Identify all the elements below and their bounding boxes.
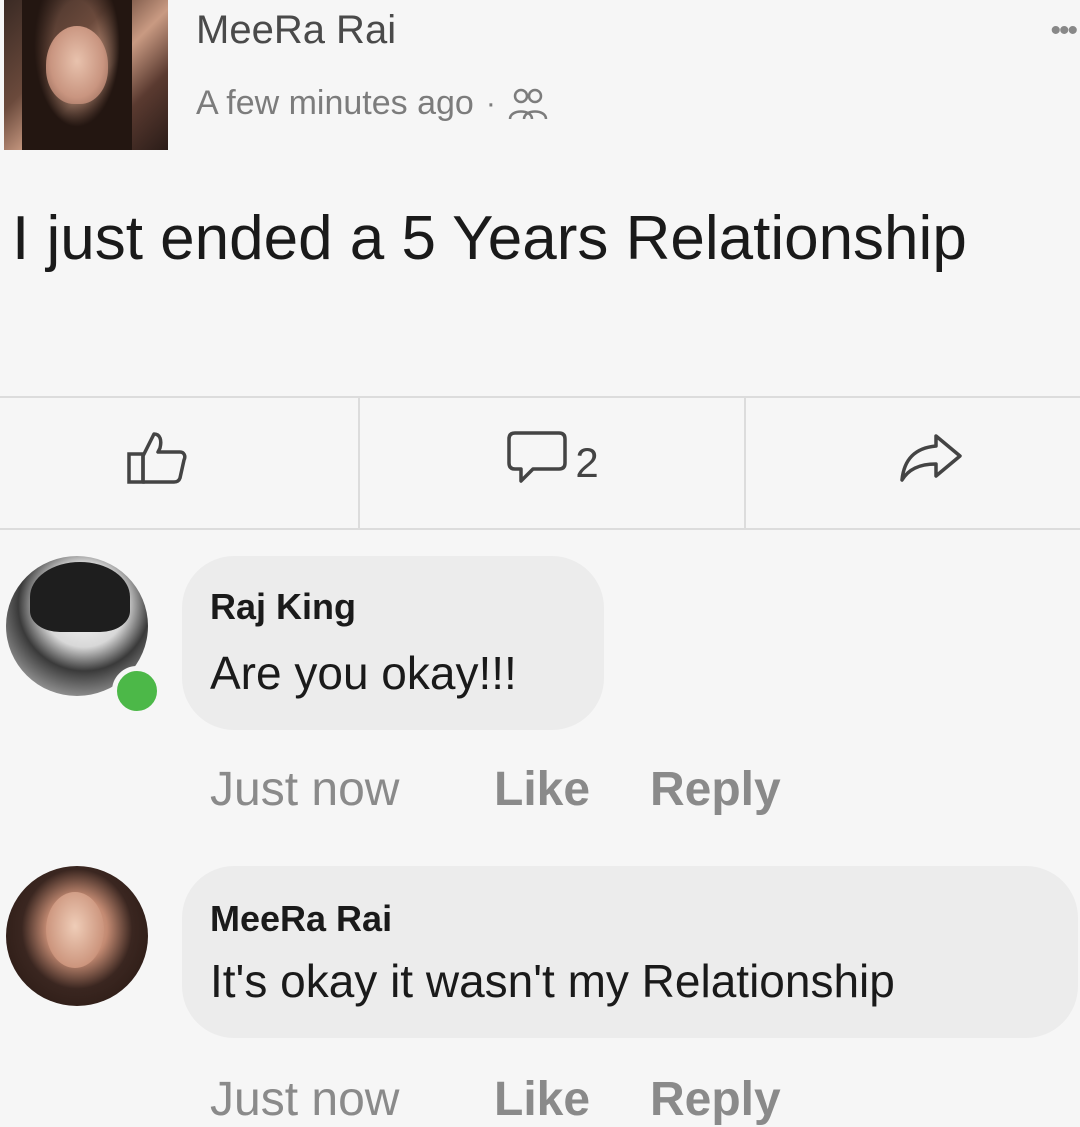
thumbs-up-icon xyxy=(126,430,188,496)
comment-like-button[interactable]: Like xyxy=(494,1072,650,1127)
comment-bubble-icon xyxy=(505,429,569,497)
comment-author[interactable]: Raj King xyxy=(210,586,356,628)
post-author-avatar[interactable] xyxy=(4,0,168,150)
online-status-indicator xyxy=(112,666,162,716)
comment-button[interactable]: 2 xyxy=(360,398,746,528)
more-options-icon[interactable]: ••• xyxy=(1050,14,1077,48)
comment-avatar-meera[interactable] xyxy=(6,866,148,1006)
comment-text: It's okay it wasn't my Relationship xyxy=(210,955,895,1007)
friends-icon[interactable] xyxy=(508,87,548,121)
comment-text: Are you okay!!! xyxy=(210,647,517,699)
share-button[interactable] xyxy=(746,398,1080,528)
post-text: I just ended a 5 Years Relationship xyxy=(12,204,967,273)
comment-author[interactable]: MeeRa Rai xyxy=(210,898,392,940)
avatar-face xyxy=(46,892,104,968)
post-action-bar: 2 xyxy=(0,396,1080,530)
comment-count: 2 xyxy=(575,439,599,486)
avatar-face xyxy=(46,26,108,104)
post-timestamp[interactable]: A few minutes ago xyxy=(196,84,474,123)
comment-reply-button[interactable]: Reply xyxy=(650,1072,781,1127)
comment-reply-button[interactable]: Reply xyxy=(650,762,781,817)
avatar-hair xyxy=(30,562,130,632)
like-button[interactable] xyxy=(0,398,360,528)
comment-like-button[interactable]: Like xyxy=(494,762,650,817)
post-author-name[interactable]: MeeRa Rai xyxy=(196,8,396,53)
meta-separator: · xyxy=(485,86,496,120)
comment-actions: Just now Like Reply xyxy=(210,1072,781,1127)
comment-timestamp[interactable]: Just now xyxy=(210,762,494,817)
post-meta: A few minutes ago · xyxy=(196,84,548,123)
comment-bubble: Raj King Are you okay!!! xyxy=(182,556,604,730)
comment-bubble: MeeRa Rai It's okay it wasn't my Relatio… xyxy=(182,866,1078,1038)
comment-actions: Just now Like Reply xyxy=(210,762,781,817)
comment-timestamp[interactable]: Just now xyxy=(210,1072,494,1127)
share-arrow-icon xyxy=(898,432,964,494)
